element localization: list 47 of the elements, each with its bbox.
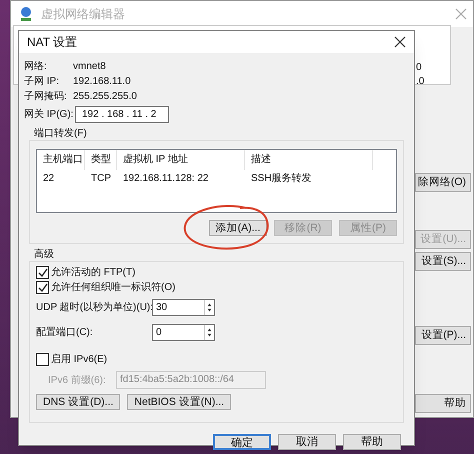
- table-cell-text: 22: [42, 172, 56, 186]
- column-header[interactable]: 描述: [245, 150, 373, 170]
- network-cell-text: 0: [416, 61, 422, 75]
- field-value: 255.255.255.0: [73, 90, 137, 104]
- field-label: 子网掩码:: [24, 90, 68, 104]
- field-label: UDP 超时(以秒为单位)(U):: [36, 300, 152, 315]
- number-spinner-field[interactable]: 0: [152, 324, 215, 341]
- field-label: 网关 IP(G):: [24, 108, 74, 122]
- button[interactable]: 添加(A)...: [209, 220, 267, 236]
- button[interactable]: 确定: [213, 434, 271, 450]
- ip-address-field[interactable]: 192 . 168 . 11 . 2: [75, 106, 169, 122]
- network-globe-icon: [19, 6, 33, 22]
- dialog-title: NAT 设置: [27, 34, 78, 51]
- field-value: 192.168.11.0: [73, 75, 131, 89]
- button[interactable]: 帮助: [415, 394, 471, 413]
- checkbox[interactable]: [36, 281, 49, 294]
- checkbox[interactable]: [36, 353, 49, 366]
- button[interactable]: 设置(P)...: [415, 326, 471, 345]
- field-label: 子网 IP:: [24, 75, 60, 89]
- field-label: 网络:: [24, 60, 48, 74]
- network-cell-text: .0: [416, 75, 424, 89]
- checkbox[interactable]: [36, 266, 49, 279]
- column-header[interactable]: 虚拟机 IP 地址: [117, 150, 245, 170]
- table-cell-text: 192.168.11.128: 22: [122, 172, 210, 186]
- checkbox-label: 启用 IPv6(E): [51, 352, 108, 367]
- checkbox-label: 允许活动的 FTP(T): [51, 266, 136, 280]
- window-title: 虚拟网络编辑器: [41, 6, 125, 23]
- close-icon[interactable]: [394, 36, 406, 48]
- group-title: 高级: [34, 248, 54, 261]
- button[interactable]: DNS 设置(D)...: [36, 394, 120, 410]
- button[interactable]: 帮助: [343, 434, 401, 450]
- button[interactable]: 设置(S)...: [415, 252, 471, 271]
- button[interactable]: 除网络(O): [415, 173, 471, 192]
- button[interactable]: NetBIOS 设置(N)...: [127, 394, 232, 410]
- field-label: IPv6 前缀(6):: [47, 374, 107, 388]
- checkbox-label: 允许任何组织唯一标识符(O): [51, 280, 176, 295]
- table-cell-text: TCP: [90, 172, 112, 186]
- spinner-arrows-icon[interactable]: [204, 325, 214, 340]
- column-header[interactable]: 类型: [85, 150, 117, 170]
- table-cell-text: SSH服务转发: [250, 172, 313, 186]
- number-spinner-field[interactable]: 30: [152, 299, 215, 316]
- field-label: 配置端口(C):: [36, 326, 94, 340]
- group-title: 端口转发(F): [34, 127, 87, 140]
- field-value: vmnet8: [73, 60, 106, 74]
- column-header[interactable]: 主机端口: [37, 150, 85, 170]
- spinner-arrows-icon[interactable]: [204, 300, 214, 315]
- button[interactable]: 取消: [278, 434, 336, 450]
